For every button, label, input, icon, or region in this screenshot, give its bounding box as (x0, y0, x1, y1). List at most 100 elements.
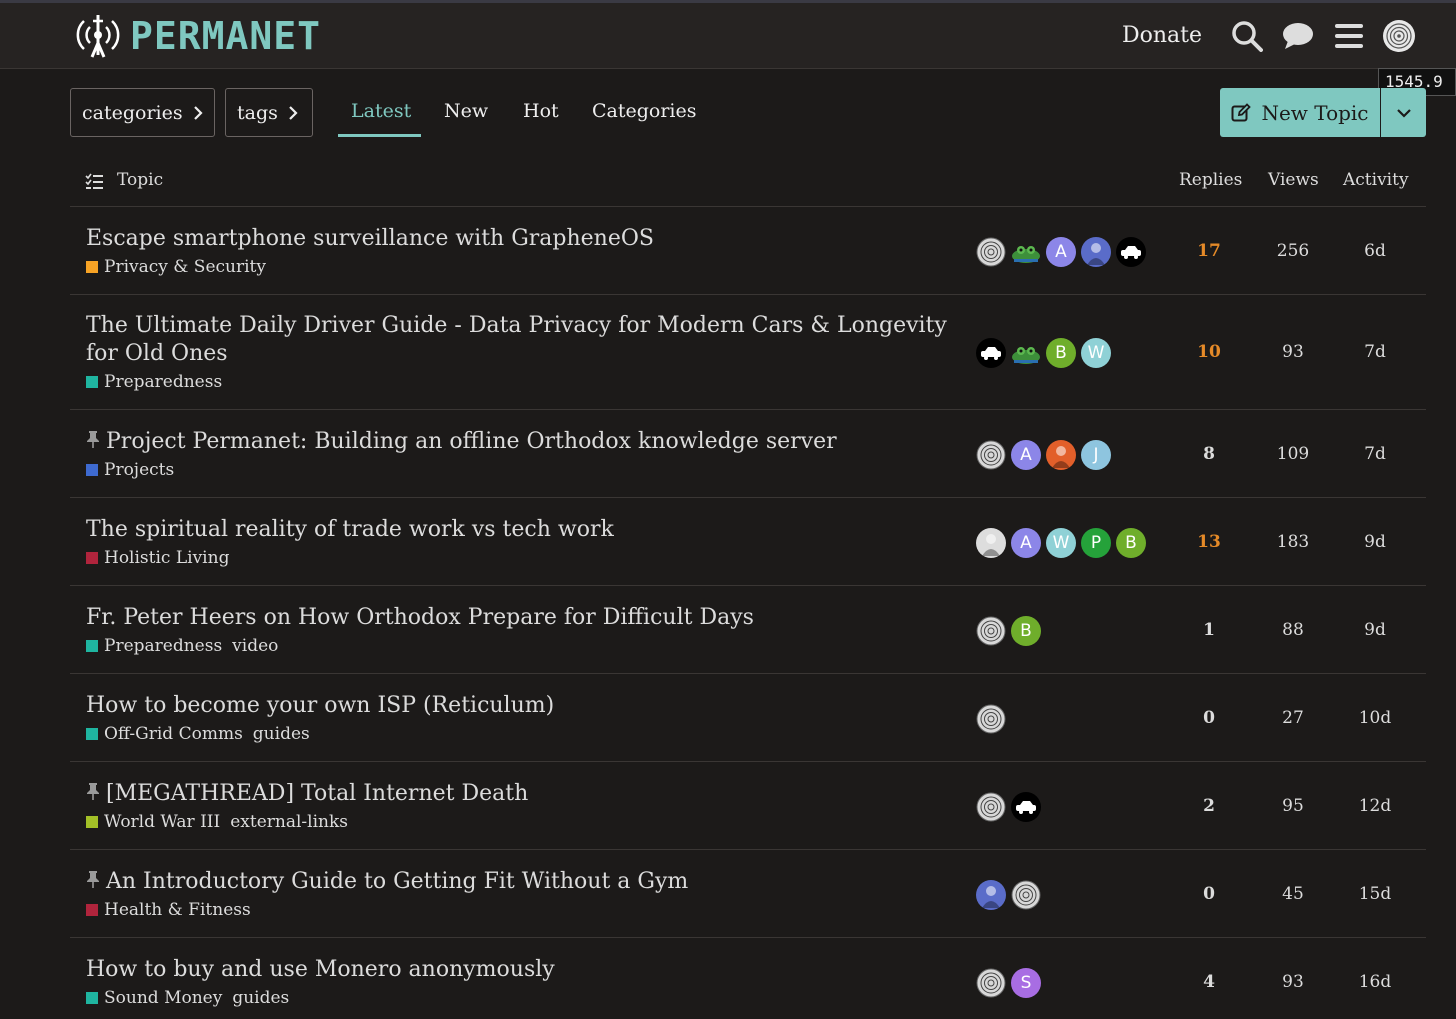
poster-avatar[interactable] (1011, 880, 1041, 910)
topic-activity[interactable]: 12d (1345, 796, 1405, 816)
poster-avatar[interactable]: B (1011, 616, 1041, 646)
category-badge[interactable]: Sound Money (104, 988, 222, 1008)
donate-link[interactable]: Donate (1122, 23, 1202, 48)
category-badge[interactable]: Holistic Living (104, 548, 229, 568)
search-icon[interactable] (1230, 19, 1264, 53)
new-topic-options-button[interactable] (1380, 88, 1426, 137)
poster-avatar[interactable] (1046, 440, 1076, 470)
topic-title-link[interactable]: Escape smartphone surveillance with Grap… (86, 225, 956, 253)
poster-avatar[interactable]: A (1011, 440, 1041, 470)
topic-replies[interactable]: 13 (1179, 532, 1239, 552)
poster-avatar[interactable] (1081, 237, 1111, 267)
poster-avatar[interactable] (976, 704, 1006, 734)
topic-row[interactable]: [MEGATHREAD] Total Internet Death World W… (70, 763, 1426, 850)
category-badge[interactable]: World War III (104, 812, 220, 832)
bulk-select-icon[interactable] (85, 173, 103, 189)
hamburger-menu-icon[interactable] (1332, 19, 1366, 53)
poster-avatar[interactable] (976, 237, 1006, 267)
category-badge[interactable]: Health & Fitness (104, 900, 251, 920)
topic-tag[interactable]: guides (253, 724, 310, 744)
poster-avatar[interactable] (1116, 237, 1146, 267)
topic-replies[interactable]: 0 (1179, 708, 1239, 728)
topic-title-link[interactable]: Project Permanet: Building an offline Or… (86, 428, 956, 456)
category-badge[interactable]: Projects (104, 460, 174, 480)
poster-avatar[interactable] (976, 968, 1006, 998)
topic-activity[interactable]: 10d (1345, 708, 1405, 728)
site-logo[interactable]: PERMANET (76, 13, 321, 59)
topic-row[interactable]: The Ultimate Daily Driver Guide - Data P… (70, 296, 1426, 410)
topic-title-link[interactable]: The Ultimate Daily Driver Guide - Data P… (86, 312, 956, 368)
poster-avatar[interactable] (976, 616, 1006, 646)
topic-row[interactable]: Project Permanet: Building an offline Or… (70, 411, 1426, 498)
topic-navigation: categories tags Latest New Hot Categorie… (70, 88, 1426, 138)
topic-title-link[interactable]: How to become your own ISP (Reticulum) (86, 692, 956, 720)
categories-dropdown[interactable]: categories (70, 88, 215, 137)
category-color-swatch (86, 992, 98, 1004)
chat-icon[interactable] (1281, 19, 1315, 53)
poster-avatar[interactable] (976, 880, 1006, 910)
header-activity[interactable]: Activity (1343, 170, 1409, 190)
topic-tag[interactable]: video (232, 636, 278, 656)
topic-row[interactable]: How to buy and use Monero anonymously Sou… (70, 939, 1426, 1019)
topic-replies[interactable]: 1 (1179, 620, 1239, 640)
tab-latest[interactable]: Latest (351, 100, 411, 122)
topic-replies[interactable]: 2 (1179, 796, 1239, 816)
topic-row[interactable]: How to become your own ISP (Reticulum) Of… (70, 675, 1426, 762)
poster-avatar[interactable]: P (1081, 528, 1111, 558)
poster-avatar[interactable] (976, 338, 1006, 368)
topic-title-link[interactable]: [MEGATHREAD] Total Internet Death (86, 780, 956, 808)
topic-activity[interactable]: 7d (1345, 342, 1405, 362)
topic-row[interactable]: An Introductory Guide to Getting Fit Wit… (70, 851, 1426, 938)
poster-avatar[interactable] (976, 792, 1006, 822)
poster-avatar[interactable]: J (1081, 440, 1111, 470)
poster-avatar[interactable] (1011, 338, 1041, 368)
topic-row[interactable]: Escape smartphone surveillance with Grap… (70, 208, 1426, 295)
topic-replies[interactable]: 10 (1179, 342, 1239, 362)
poster-avatar[interactable]: B (1046, 338, 1076, 368)
new-topic-button[interactable]: New Topic (1220, 88, 1380, 137)
topic-views: 93 (1282, 972, 1304, 992)
topic-replies[interactable]: 4 (1179, 972, 1239, 992)
topic-tag[interactable]: external-links (230, 812, 348, 832)
poster-avatar[interactable] (976, 528, 1006, 558)
user-avatar-icon[interactable] (1382, 19, 1416, 53)
poster-avatar[interactable] (1011, 792, 1041, 822)
topic-title-link[interactable]: The spiritual reality of trade work vs t… (86, 516, 956, 544)
topic-activity[interactable]: 7d (1345, 444, 1405, 464)
header-topic[interactable]: Topic (117, 170, 163, 190)
poster-avatar[interactable]: W (1081, 338, 1111, 368)
poster-avatar[interactable] (976, 440, 1006, 470)
category-badge[interactable]: Off-Grid Comms (104, 724, 243, 744)
poster-avatar[interactable]: A (1011, 528, 1041, 558)
poster-avatar[interactable]: A (1046, 237, 1076, 267)
poster-avatar[interactable]: W (1046, 528, 1076, 558)
topic-title-link[interactable]: How to buy and use Monero anonymously (86, 956, 956, 984)
tab-new[interactable]: New (444, 100, 488, 122)
topic-activity[interactable]: 6d (1345, 241, 1405, 261)
category-badge[interactable]: Preparedness (104, 636, 222, 656)
category-badge[interactable]: Preparedness (104, 372, 222, 392)
category-badge[interactable]: Privacy & Security (104, 257, 266, 277)
tab-categories[interactable]: Categories (592, 100, 697, 122)
topic-activity[interactable]: 15d (1345, 884, 1405, 904)
header-replies[interactable]: Replies (1179, 170, 1242, 190)
topic-replies[interactable]: 17 (1179, 241, 1239, 261)
poster-avatar[interactable] (1011, 237, 1041, 267)
topic-row[interactable]: Fr. Peter Heers on How Orthodox Prepare … (70, 587, 1426, 674)
poster-avatar[interactable]: B (1116, 528, 1146, 558)
topic-title-link[interactable]: Fr. Peter Heers on How Orthodox Prepare … (86, 604, 956, 632)
poster-avatar[interactable]: S (1011, 968, 1041, 998)
tags-dropdown[interactable]: tags (225, 88, 313, 137)
header-views[interactable]: Views (1268, 170, 1319, 190)
topic-replies[interactable]: 8 (1179, 444, 1239, 464)
topic-activity[interactable]: 9d (1345, 620, 1405, 640)
topic-title-link[interactable]: An Introductory Guide to Getting Fit Wit… (86, 868, 956, 896)
topic-row[interactable]: The spiritual reality of trade work vs t… (70, 499, 1426, 586)
tab-hot[interactable]: Hot (523, 100, 559, 122)
topic-activity[interactable]: 16d (1345, 972, 1405, 992)
topic-tag[interactable]: guides (232, 988, 289, 1008)
topic-posters (976, 880, 1041, 910)
topic-activity[interactable]: 9d (1345, 532, 1405, 552)
topic-meta: Preparedness (86, 372, 956, 392)
topic-replies[interactable]: 0 (1179, 884, 1239, 904)
